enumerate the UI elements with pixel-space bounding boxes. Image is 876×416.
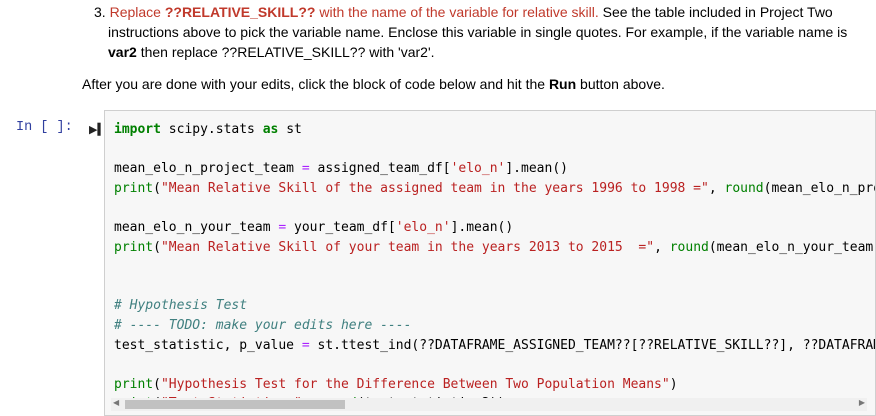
code-line[interactable]: print("Hypothesis Test for the Differenc…: [114, 375, 875, 395]
cell-prompt: In [ ]:: [16, 120, 73, 135]
instruction-line-2: instructions above to pick the variable …: [108, 24, 848, 40]
example-var: var2: [108, 44, 137, 60]
instruction-line-3-rest: then replace ??RELATIVE_SKILL?? with 'va…: [136, 44, 435, 60]
code-line[interactable]: [114, 198, 875, 218]
instruction-line-1: 3. Replace ??RELATIVE_SKILL?? with the n…: [94, 2, 864, 22]
code-line[interactable]: mean_elo_n_project_team = assigned_team_…: [114, 159, 875, 179]
code-line[interactable]: print("Mean Relative Skill of the assign…: [114, 179, 875, 199]
code-line[interactable]: [114, 140, 875, 160]
code-cell[interactable]: import scipy.stats as st mean_elo_n_proj…: [104, 110, 876, 416]
after-text-b: button above.: [576, 76, 665, 92]
instruction-line-3: var2 then replace ??RELATIVE_SKILL?? wit…: [94, 42, 864, 62]
scroll-right-icon[interactable]: ▶: [859, 398, 865, 407]
code-line[interactable]: # Hypothesis Test: [114, 296, 875, 316]
code-line[interactable]: [114, 355, 875, 375]
instruction-rest: See the table included in Project Two: [598, 4, 833, 20]
run-word: Run: [548, 76, 577, 92]
code-editor[interactable]: import scipy.stats as st mean_elo_n_proj…: [114, 120, 875, 415]
instruction-red-text: Replace ??RELATIVE_SKILL?? with the name…: [109, 4, 599, 20]
code-line[interactable]: print("Mean Relative Skill of your team …: [114, 238, 875, 258]
scroll-left-icon[interactable]: ◀: [113, 398, 119, 407]
code-line[interactable]: test_statistic, p_value = st.ttest_ind(?…: [114, 336, 875, 356]
code-line[interactable]: # ---- TODO: make your edits here ----: [114, 316, 875, 336]
code-line[interactable]: [114, 257, 875, 277]
instruction-number: 3.: [94, 4, 106, 20]
code-line[interactable]: mean_elo_n_your_team = your_team_df['elo…: [114, 218, 875, 238]
after-edits-text: After you are done with your edits, clic…: [82, 74, 665, 94]
instruction-block: 3. Replace ??RELATIVE_SKILL?? with the n…: [94, 2, 864, 62]
after-text-a: After you are done with your edits, clic…: [82, 76, 549, 92]
scrollbar-thumb[interactable]: [125, 400, 345, 409]
code-line[interactable]: import scipy.stats as st: [114, 120, 875, 140]
code-line[interactable]: [114, 277, 875, 297]
horizontal-scrollbar[interactable]: ◀ ▶: [111, 398, 867, 411]
